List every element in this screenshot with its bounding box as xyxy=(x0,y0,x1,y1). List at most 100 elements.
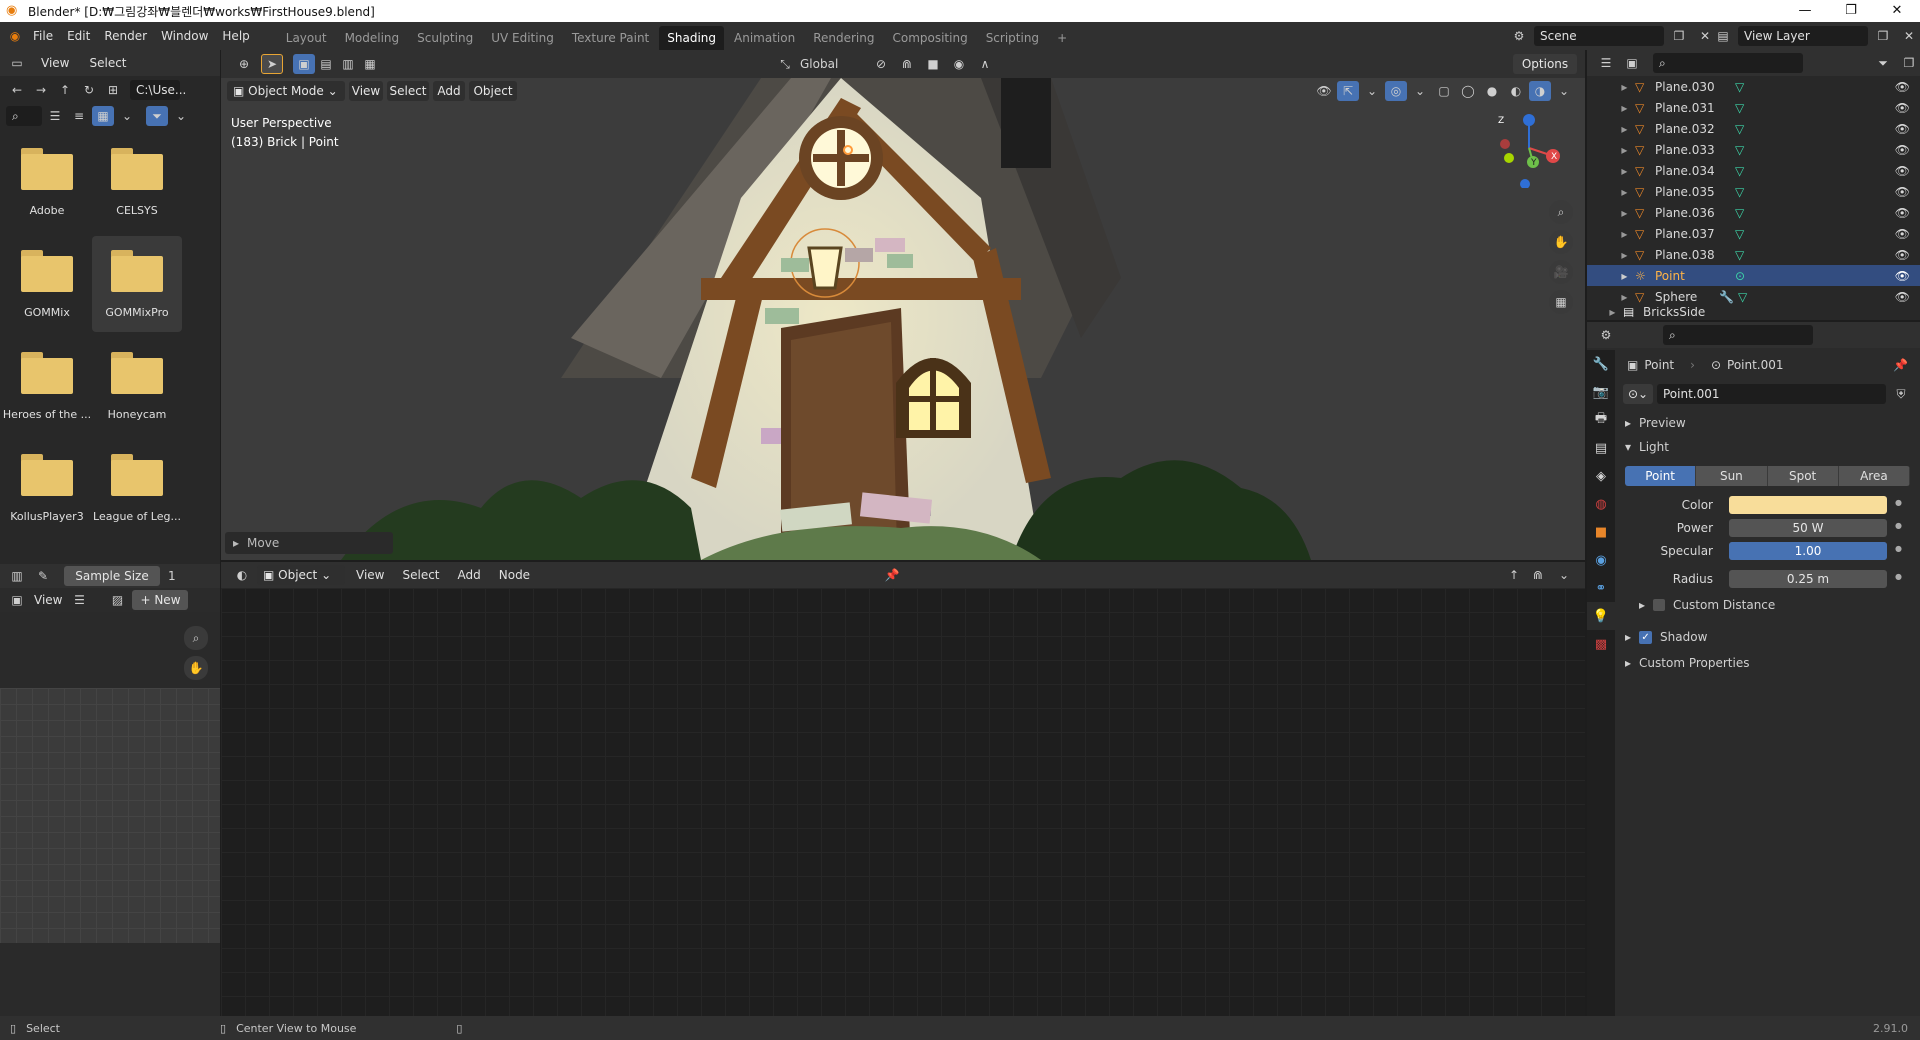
menu-render[interactable]: Render xyxy=(97,22,154,50)
visibility-eye-icon[interactable]: 👁 xyxy=(1895,101,1910,115)
expand-arrow-icon[interactable]: ▸ xyxy=(1587,164,1635,178)
rendered-shading-icon[interactable]: ◑ xyxy=(1529,81,1551,101)
overlay-chevron-icon[interactable]: ⌄ xyxy=(1409,81,1431,101)
shader-type-dropdown[interactable]: ▣ Object ⌄ xyxy=(257,565,345,585)
radius-field[interactable]: 0.25 m xyxy=(1729,570,1887,588)
scene-icon[interactable]: ⚙ xyxy=(1508,26,1530,46)
visibility-eye-icon[interactable]: 👁 xyxy=(1895,227,1910,241)
orientation-icon[interactable]: ⤡ xyxy=(774,54,796,74)
forward-arrow-icon[interactable]: → xyxy=(30,80,52,100)
image-canvas[interactable] xyxy=(0,688,220,943)
select-tool-icon[interactable]: ➤ xyxy=(261,54,283,74)
object-mode-dropdown[interactable]: ▣ Object Mode ⌄ xyxy=(227,81,345,101)
tab-compositing[interactable]: Compositing xyxy=(884,26,975,50)
image-editor-view-menu[interactable]: View xyxy=(32,588,64,612)
thumbnail-view-icon[interactable]: ▦ xyxy=(92,106,114,126)
outliner-row[interactable]: ▸ ▽ Plane.035 ▽ 👁 xyxy=(1587,181,1920,202)
outliner-search-icon[interactable]: ⌕ xyxy=(1653,53,1803,73)
menu-file[interactable]: File xyxy=(26,22,60,50)
editor-type-icon[interactable]: ▭ xyxy=(6,53,28,73)
snap-target-icon[interactable]: ■ xyxy=(922,54,944,74)
proportional-edit-icon[interactable]: ◉ xyxy=(948,54,970,74)
visibility-eye-icon[interactable]: 👁 xyxy=(1895,269,1910,283)
radius-keyframe-dot-icon[interactable]: ● xyxy=(1895,572,1902,581)
select-intersect-icon[interactable]: ▦ xyxy=(359,54,381,74)
view-layer-tab-icon[interactable]: ▤ xyxy=(1587,434,1615,462)
new-collection-icon[interactable]: ❐ xyxy=(1898,53,1920,73)
last-operator-panel[interactable]: ▸ Move xyxy=(225,532,393,554)
file-browser-menu-view[interactable]: View xyxy=(34,50,76,76)
expand-arrow-icon[interactable]: ▸ xyxy=(1587,206,1635,220)
gizmo-chevron-icon[interactable]: ⌄ xyxy=(1361,81,1383,101)
texture-tab-icon[interactable]: ▩ xyxy=(1587,630,1615,658)
object-tab-icon[interactable]: ■ xyxy=(1587,518,1615,546)
tab-animation[interactable]: Animation xyxy=(726,26,803,50)
parent-dir-icon[interactable]: ↑ xyxy=(54,80,76,100)
fake-user-shield-icon[interactable]: ⛨ xyxy=(1890,384,1912,404)
zoom-icon[interactable]: ⌕ xyxy=(1549,200,1573,224)
blender-menu-icon[interactable]: ◉ xyxy=(4,26,26,46)
select-box-mode-icon[interactable]: ▣ xyxy=(293,54,315,74)
3d-viewport[interactable]: ▣ Object Mode ⌄ View Select Add Object 👁… xyxy=(221,78,1585,560)
delete-view-layer-icon[interactable]: ✕ xyxy=(1898,26,1920,46)
preview-section[interactable]: ▸ Preview xyxy=(1615,408,1920,438)
specular-keyframe-dot-icon[interactable]: ● xyxy=(1895,544,1902,553)
outliner-row[interactable]: ▸ ▽ Plane.036 ▽ 👁 xyxy=(1587,202,1920,223)
pan-hand-icon[interactable]: ✋ xyxy=(1549,230,1573,254)
node-editor-canvas[interactable] xyxy=(221,588,1585,1016)
shadow-checkbox[interactable]: ✓ xyxy=(1639,630,1653,644)
node-menu-node[interactable]: Node xyxy=(492,562,537,588)
specular-slider[interactable]: 1.00 xyxy=(1729,542,1887,560)
light-type-sun[interactable]: Sun xyxy=(1696,466,1768,486)
tab-texture-paint[interactable]: Texture Paint xyxy=(564,26,657,50)
pin-icon[interactable]: 📌 xyxy=(881,565,903,585)
light-type-spot[interactable]: Spot xyxy=(1767,466,1839,486)
new-folder-icon[interactable]: ⊞ xyxy=(102,80,124,100)
expand-arrow-icon[interactable]: ▸ xyxy=(1587,248,1635,262)
editor-type-icon[interactable]: ▥ xyxy=(6,566,28,586)
file-browser-menu-select[interactable]: Select xyxy=(82,50,133,76)
folder-item[interactable]: Heroes of the ... xyxy=(2,338,92,434)
image-editor-type-icon[interactable]: ▣ xyxy=(6,590,28,610)
folder-item-selected[interactable]: GOMMixPro xyxy=(92,236,182,332)
custom-distance-checkbox[interactable] xyxy=(1653,599,1666,611)
pin-icon[interactable]: 📌 xyxy=(1893,358,1908,372)
snap-node-icon[interactable]: ⋒ xyxy=(1527,565,1549,585)
output-tab-icon[interactable]: 🖶 xyxy=(1587,406,1615,434)
view-layer-icon[interactable]: ▤ xyxy=(1712,26,1734,46)
expand-arrow-icon[interactable]: ▸ xyxy=(1587,290,1635,304)
shadow-section[interactable]: ▸ ✓ Shadow xyxy=(1615,624,1920,650)
visibility-eye-icon[interactable]: 👁 xyxy=(1895,206,1910,220)
properties-search-icon[interactable]: ⌕ xyxy=(1663,325,1813,345)
tab-modeling[interactable]: Modeling xyxy=(337,26,408,50)
viewport-menu-object[interactable]: Object xyxy=(469,81,517,101)
visibility-eye-icon[interactable]: 👁 xyxy=(1895,290,1910,304)
file-path-field[interactable]: C:\Use... xyxy=(130,80,186,100)
folder-item[interactable]: KollusPlayer3 xyxy=(2,440,92,536)
folder-item[interactable]: CELSYS xyxy=(92,134,182,230)
editor-type-icon[interactable]: ⊕ xyxy=(233,54,255,74)
select-subtract-icon[interactable]: ▥ xyxy=(337,54,359,74)
new-scene-icon[interactable]: ❐ xyxy=(1668,26,1690,46)
viewport-menu-add[interactable]: Add xyxy=(433,81,465,101)
viewport-menu-view[interactable]: View xyxy=(349,81,383,101)
new-view-layer-icon[interactable]: ❐ xyxy=(1872,26,1894,46)
display-options-chevron-icon[interactable]: ⌄ xyxy=(116,106,138,126)
editor-type-icon[interactable]: ◐ xyxy=(231,565,253,585)
snap-icon[interactable]: ⋒ xyxy=(896,54,918,74)
wireframe-shading-icon[interactable]: ◯ xyxy=(1457,81,1479,101)
light-data-tab-icon[interactable]: 💡 xyxy=(1587,602,1615,630)
image-browse-icon[interactable]: ▨ xyxy=(106,590,128,610)
node-menu-add[interactable]: Add xyxy=(451,562,488,588)
outliner-row[interactable]: ▸ ▽ Plane.030 ▽ 👁 xyxy=(1587,76,1920,97)
file-search-icon[interactable]: ⌕ xyxy=(6,106,42,126)
light-type-area[interactable]: Area xyxy=(1838,466,1910,486)
back-arrow-icon[interactable]: ← xyxy=(6,80,28,100)
image-zoom-icon[interactable]: ⌕ xyxy=(184,626,208,650)
select-extend-icon[interactable]: ▤ xyxy=(315,54,337,74)
visibility-eye-icon[interactable]: 👁 xyxy=(1895,248,1910,262)
expand-arrow-icon[interactable]: ▸ xyxy=(1587,185,1635,199)
hamburger-menu-icon[interactable]: ☰ xyxy=(68,590,90,610)
folder-item[interactable]: Honeycam xyxy=(92,338,182,434)
filter-icon[interactable]: ⏷ xyxy=(146,106,168,126)
